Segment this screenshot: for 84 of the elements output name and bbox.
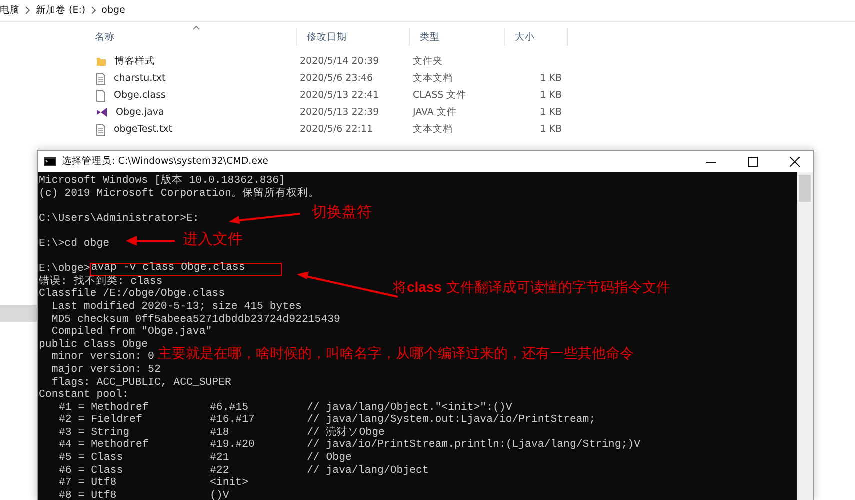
console-line: MD5 checksum 0ff5abeea5271dbddb23724d92215439 [50, 314, 340, 326]
breadcrumb-item[interactable]: 新加卷 (E:) [36, 4, 86, 17]
pool-comment: // java/lang/Object [307, 464, 430, 478]
file-type: JAVA 文件 [412, 106, 458, 119]
pool-comment: // Obge [307, 452, 353, 465]
file-type: 文本文档 [412, 123, 454, 136]
file-type: 文本文档 [412, 72, 454, 85]
file-name[interactable]: obgeTest.txt [111, 124, 173, 135]
window-title: 选择管理员: C:\Windows\system32\CMD.exe [62, 155, 270, 168]
modified-date: 2020/5/6 23:46 [299, 73, 374, 84]
file-icon [96, 90, 106, 102]
file-type: CLASS 文件 [412, 89, 468, 102]
pool-comment: // java/lang/System.out:Ljava/io/PrintStream; [307, 414, 597, 426]
console-line: Constant pool: [39, 389, 129, 402]
file-name[interactable]: Obge.java [113, 107, 164, 118]
column-header[interactable]: 大小 [505, 28, 568, 46]
scrollbar[interactable] [797, 172, 813, 500]
console-line: C:\Users\Administrator>E: [39, 212, 200, 226]
pool-entry: #7 = Utf8 [58, 477, 118, 490]
pool-reference: #22 [210, 464, 230, 477]
annotation-note: 将class 文件翻译成可读懂的字节码指令文件 [393, 279, 670, 297]
file-size: 1 KB [539, 90, 563, 101]
chevron-right-icon [90, 6, 97, 15]
console-line: Microsoft Windows [版本 10.0.18362.836] [39, 175, 286, 188]
pool-entry: #8 = Utf8 [58, 490, 118, 500]
pool-entry: #2 = Fieldref [58, 414, 144, 427]
annotation-note: 主要就是在哪，啥时候的，叫啥名字，从哪个编译过来的，还有一些其他命令 [158, 345, 634, 363]
annotation-arrow [229, 213, 300, 224]
breadcrumb-item[interactable]: obge [102, 5, 126, 16]
highlighted-command: avap -v class Obge.class [90, 263, 282, 276]
column-header[interactable]: 名称 [85, 28, 297, 46]
pool-reference: #18 [210, 426, 230, 440]
annotation-arrow [126, 236, 175, 246]
console-app-icon [44, 157, 56, 166]
text-file-icon [96, 72, 106, 84]
console-line: minor version: 0 [50, 351, 154, 364]
modified-date: 2020/5/13 22:41 [299, 90, 380, 101]
console-line: Classfile /E:/obge/Obge.class [39, 288, 225, 301]
annotation-note: 进入文件 [183, 230, 243, 249]
modified-date: 2020/5/14 20:39 [299, 56, 380, 67]
breadcrumb-item[interactable]: 电脑 [0, 4, 20, 17]
pool-reference: ()V [210, 490, 230, 500]
file-name[interactable]: Obge.class [111, 90, 166, 101]
pool-entry: #6 = Class [58, 464, 124, 477]
column-header[interactable]: 类型 [410, 28, 505, 46]
pool-entry: #4 = Methodref [58, 439, 150, 452]
close-icon [790, 156, 800, 166]
console-prompt: E:\obge> [39, 263, 90, 276]
console-line: flags: ACC_PUBLIC, ACC_SUPER [50, 376, 232, 389]
file-size: 1 KB [539, 73, 563, 84]
console-line: (c) 2019 Microsoft Corporation。保留所有权利。 [39, 188, 320, 200]
text-file-icon [96, 124, 106, 136]
pool-reference: #16.#17 [210, 414, 256, 427]
file-type: 文件夹 [412, 55, 444, 68]
pool-comment: // java/lang/Object."<init>":()V [307, 402, 514, 414]
pool-reference: #6.#15 [210, 402, 250, 414]
file-size: 1 KB [539, 107, 563, 118]
column-header[interactable]: 修改日期 [297, 28, 410, 46]
pool-comment: // java/io/PrintStream.println:(Ljava/lang/String;)V [307, 439, 641, 452]
pool-reference: <init> [210, 477, 250, 490]
modified-date: 2020/5/6 22:11 [299, 124, 374, 135]
maximize-icon [748, 156, 758, 166]
file-name[interactable]: 博客样式 [112, 55, 155, 68]
console-line: major version: 52 [50, 364, 161, 376]
annotation-note: 切换盘符 [312, 203, 372, 222]
chevron-right-icon [25, 6, 31, 15]
pool-entry: #1 = Methodref [58, 402, 150, 414]
pool-entry: #5 = Class [58, 452, 124, 465]
console-line: Compiled from "Obge.java" [50, 326, 212, 339]
nav-selection-highlight [0, 305, 37, 322]
console-line: 错误: 找不到类: class [39, 276, 163, 288]
console-line: Last modified 2020-5-13; size 415 bytes [50, 300, 302, 314]
pool-comment: // 涜犲ソObge [307, 426, 386, 439]
folder-icon [96, 56, 107, 67]
file-name[interactable]: charstu.txt [111, 73, 166, 84]
file-size: 1 KB [539, 124, 563, 135]
pool-reference: #21 [210, 452, 230, 465]
sort-up-icon [193, 26, 200, 30]
pool-reference: #19.#20 [210, 439, 256, 452]
pool-entry: #3 = String [58, 426, 131, 439]
bowtie-logo-icon [96, 107, 108, 118]
console-line: public class Obge [39, 338, 148, 351]
modified-date: 2020/5/13 22:39 [299, 107, 380, 118]
console-line: E:\>cd obge [39, 238, 110, 251]
